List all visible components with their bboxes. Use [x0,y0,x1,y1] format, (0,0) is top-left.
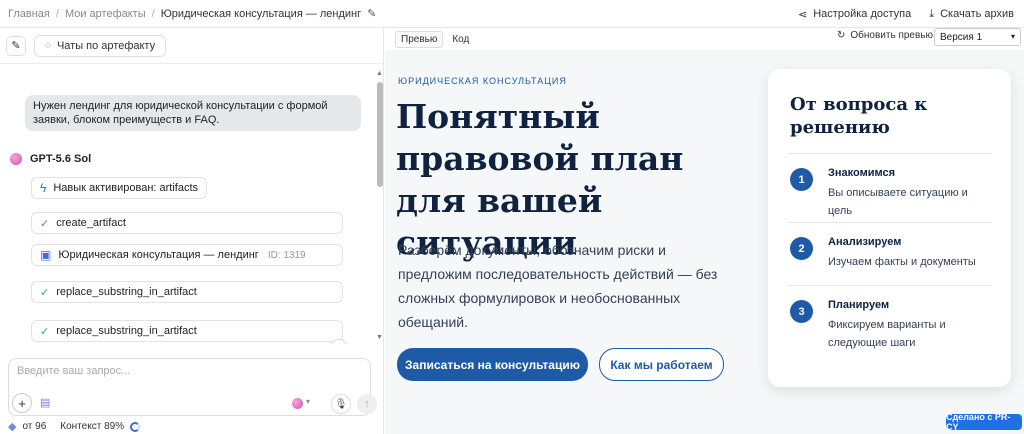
breadcrumb-current: Юридическая консультация — лендинг [160,7,362,20]
scroll-up-arrow-icon[interactable]: ▲ [376,70,383,77]
prompt-input[interactable] [17,363,357,379]
tab-preview[interactable]: Превью [395,30,444,48]
model-avatar-icon [10,153,22,165]
check-circle-icon: ✓ [40,286,50,299]
microphone-icon: 🎙 [334,398,348,410]
tool-call-label: replace_substring_in_artifact [56,325,197,337]
send-button[interactable]: ↑ [357,394,377,414]
step-title: Анализируем [828,236,902,248]
process-step: 2 Анализируем Изучаем факты и документы [787,222,992,282]
tab-code[interactable]: Код [447,32,474,47]
step-description: Фиксируем варианты и следующие шаги [828,319,946,349]
breadcrumb-artifacts[interactable]: Мои артефакты [65,8,146,20]
book-consultation-button[interactable]: Записаться на консультацию [397,348,588,381]
chat-panel: ✎ ◌ Чаты по артефакту Нужен лендинг для … [0,28,384,434]
step-title: Планируем [828,299,890,311]
preview-panel: Превью Код ↻ Обновить превью Версия 1 ▾ … [385,28,1024,434]
pencil-icon: ✎ [11,40,21,52]
user-message: Нужен лендинг для юридической консультац… [25,95,361,131]
process-step: 1 Знакомимся Вы описываете ситуацию и це… [787,153,992,219]
download-archive-button[interactable]: ⤓ Скачать архив [929,8,1014,21]
refresh-preview-label: Обновить превью [850,30,934,41]
status-bar: ◆ от 96 Контекст 89% [8,420,141,433]
tool-call-label: create_artifact [56,217,126,229]
share-icon: ⋖ [798,8,808,21]
tool-call-label: replace_substring_in_artifact [56,286,197,298]
model-selector-icon[interactable] [292,398,303,409]
made-with-badge[interactable]: Сделано с PR-CY [946,412,1022,432]
landing-eyebrow: ЮРИДИЧЕСКАЯ КОНСУЛЬТАЦИЯ [398,76,567,86]
version-select[interactable]: Версия 1 ▾ [934,28,1021,46]
tool-call-replace[interactable]: ✓ replace_substring_in_artifact [31,281,343,303]
artifact-card[interactable]: ▣ Юридическая консультация — лендинг ID:… [31,244,343,266]
step-title: Знакомимся [828,167,896,179]
artifact-chats-button[interactable]: ◌ Чаты по артефакту [34,34,167,57]
artifact-card-name: Юридическая консультация — лендинг [58,249,259,261]
scroll-down-button[interactable]: ↓ [330,339,348,344]
scroll-down-arrow-icon[interactable]: ▼ [376,334,383,341]
message-list: Нужен лендинг для юридической консультац… [0,68,376,344]
top-bar: Главная / Мои артефакты / Юридическая ко… [0,0,1024,28]
breadcrumb-separator: / [55,7,59,20]
step-description: Вы описываете ситуацию и цель [828,187,968,217]
chevron-down-icon[interactable]: ▾ [306,397,310,406]
skill-chip[interactable]: ϟ Навык активирован: artifacts [31,177,208,199]
lightning-icon: ϟ [40,181,47,195]
chat-bubble-icon: ◌ [45,40,51,51]
breadcrumb-home[interactable]: Главная [8,8,50,20]
access-settings-button[interactable]: ⋖ Настройка доступа [798,8,911,21]
landing-preview: ЮРИДИЧЕСКАЯ КОНСУЛЬТАЦИЯ Понятный правов… [385,50,1024,434]
chat-panel-header: ✎ ◌ Чаты по артефакту [0,28,383,64]
tool-call-replace[interactable]: ✓ replace_substring_in_artifact [31,320,343,342]
chevron-down-icon: ▾ [1010,32,1015,41]
edit-title-icon[interactable]: ✎ [367,7,376,20]
tool-call-create[interactable]: ✓ create_artifact [31,212,343,234]
how-we-work-button[interactable]: Как мы работаем [599,348,724,381]
code-file-icon: ▣ [40,248,52,262]
artifact-chats-label: Чаты по артефакту [56,39,156,52]
context-ring-icon [130,421,141,432]
scrollbar[interactable]: ▲ ▼ [376,68,384,344]
model-name: GPT-5.6 Sol [30,153,92,165]
refresh-preview-button[interactable]: ↻ Обновить превью [837,30,933,41]
add-attachment-button[interactable]: + [12,393,32,413]
balance-text: от 96 [22,421,47,432]
process-card-title: От вопроса к решению [790,94,928,138]
artifact-card-id: ID: 1319 [267,249,306,261]
new-chat-button[interactable]: ✎ [6,35,26,56]
version-select-value: Версия 1 [940,31,983,43]
step-number: 2 [790,237,813,260]
gem-icon: ◆ [8,421,17,433]
process-step: 3 Планируем Фиксируем варианты и следующ… [787,285,992,365]
arrow-down-icon: ↓ [337,343,342,345]
refresh-icon: ↻ [837,30,846,41]
download-archive-label: Скачать архив [940,8,1014,20]
step-number: 1 [790,168,813,191]
voice-input-button[interactable]: 🎙 [331,394,351,414]
model-header: GPT-5.6 Sol [10,153,91,165]
check-circle-icon: ✓ [40,217,50,230]
download-icon: ⤓ [929,7,935,20]
breadcrumb-separator: / [151,7,155,20]
arrow-up-icon: ↑ [364,398,370,410]
context-text: Контекст 89% [60,421,125,432]
check-circle-icon: ✓ [40,325,50,338]
process-card: От вопроса к решению 1 Знакомимся Вы опи… [768,69,1011,387]
prompt-library-icon[interactable]: ▤ [40,396,50,409]
landing-lead: Разберём документы, обозначим риски и пр… [398,242,718,330]
plus-icon: + [18,395,26,411]
step-number: 3 [790,300,813,323]
scrollbar-thumb[interactable] [377,82,383,187]
top-actions: ⋖ Настройка доступа ⤓ Скачать архив [798,0,1014,28]
skill-chip-label: Навык активирован: artifacts [53,182,199,194]
access-settings-label: Настройка доступа [813,8,912,20]
prompt-input-box: + ▤ ▾ 🎙 ↑ [8,358,377,416]
step-description: Изучаем факты и документы [828,256,976,268]
